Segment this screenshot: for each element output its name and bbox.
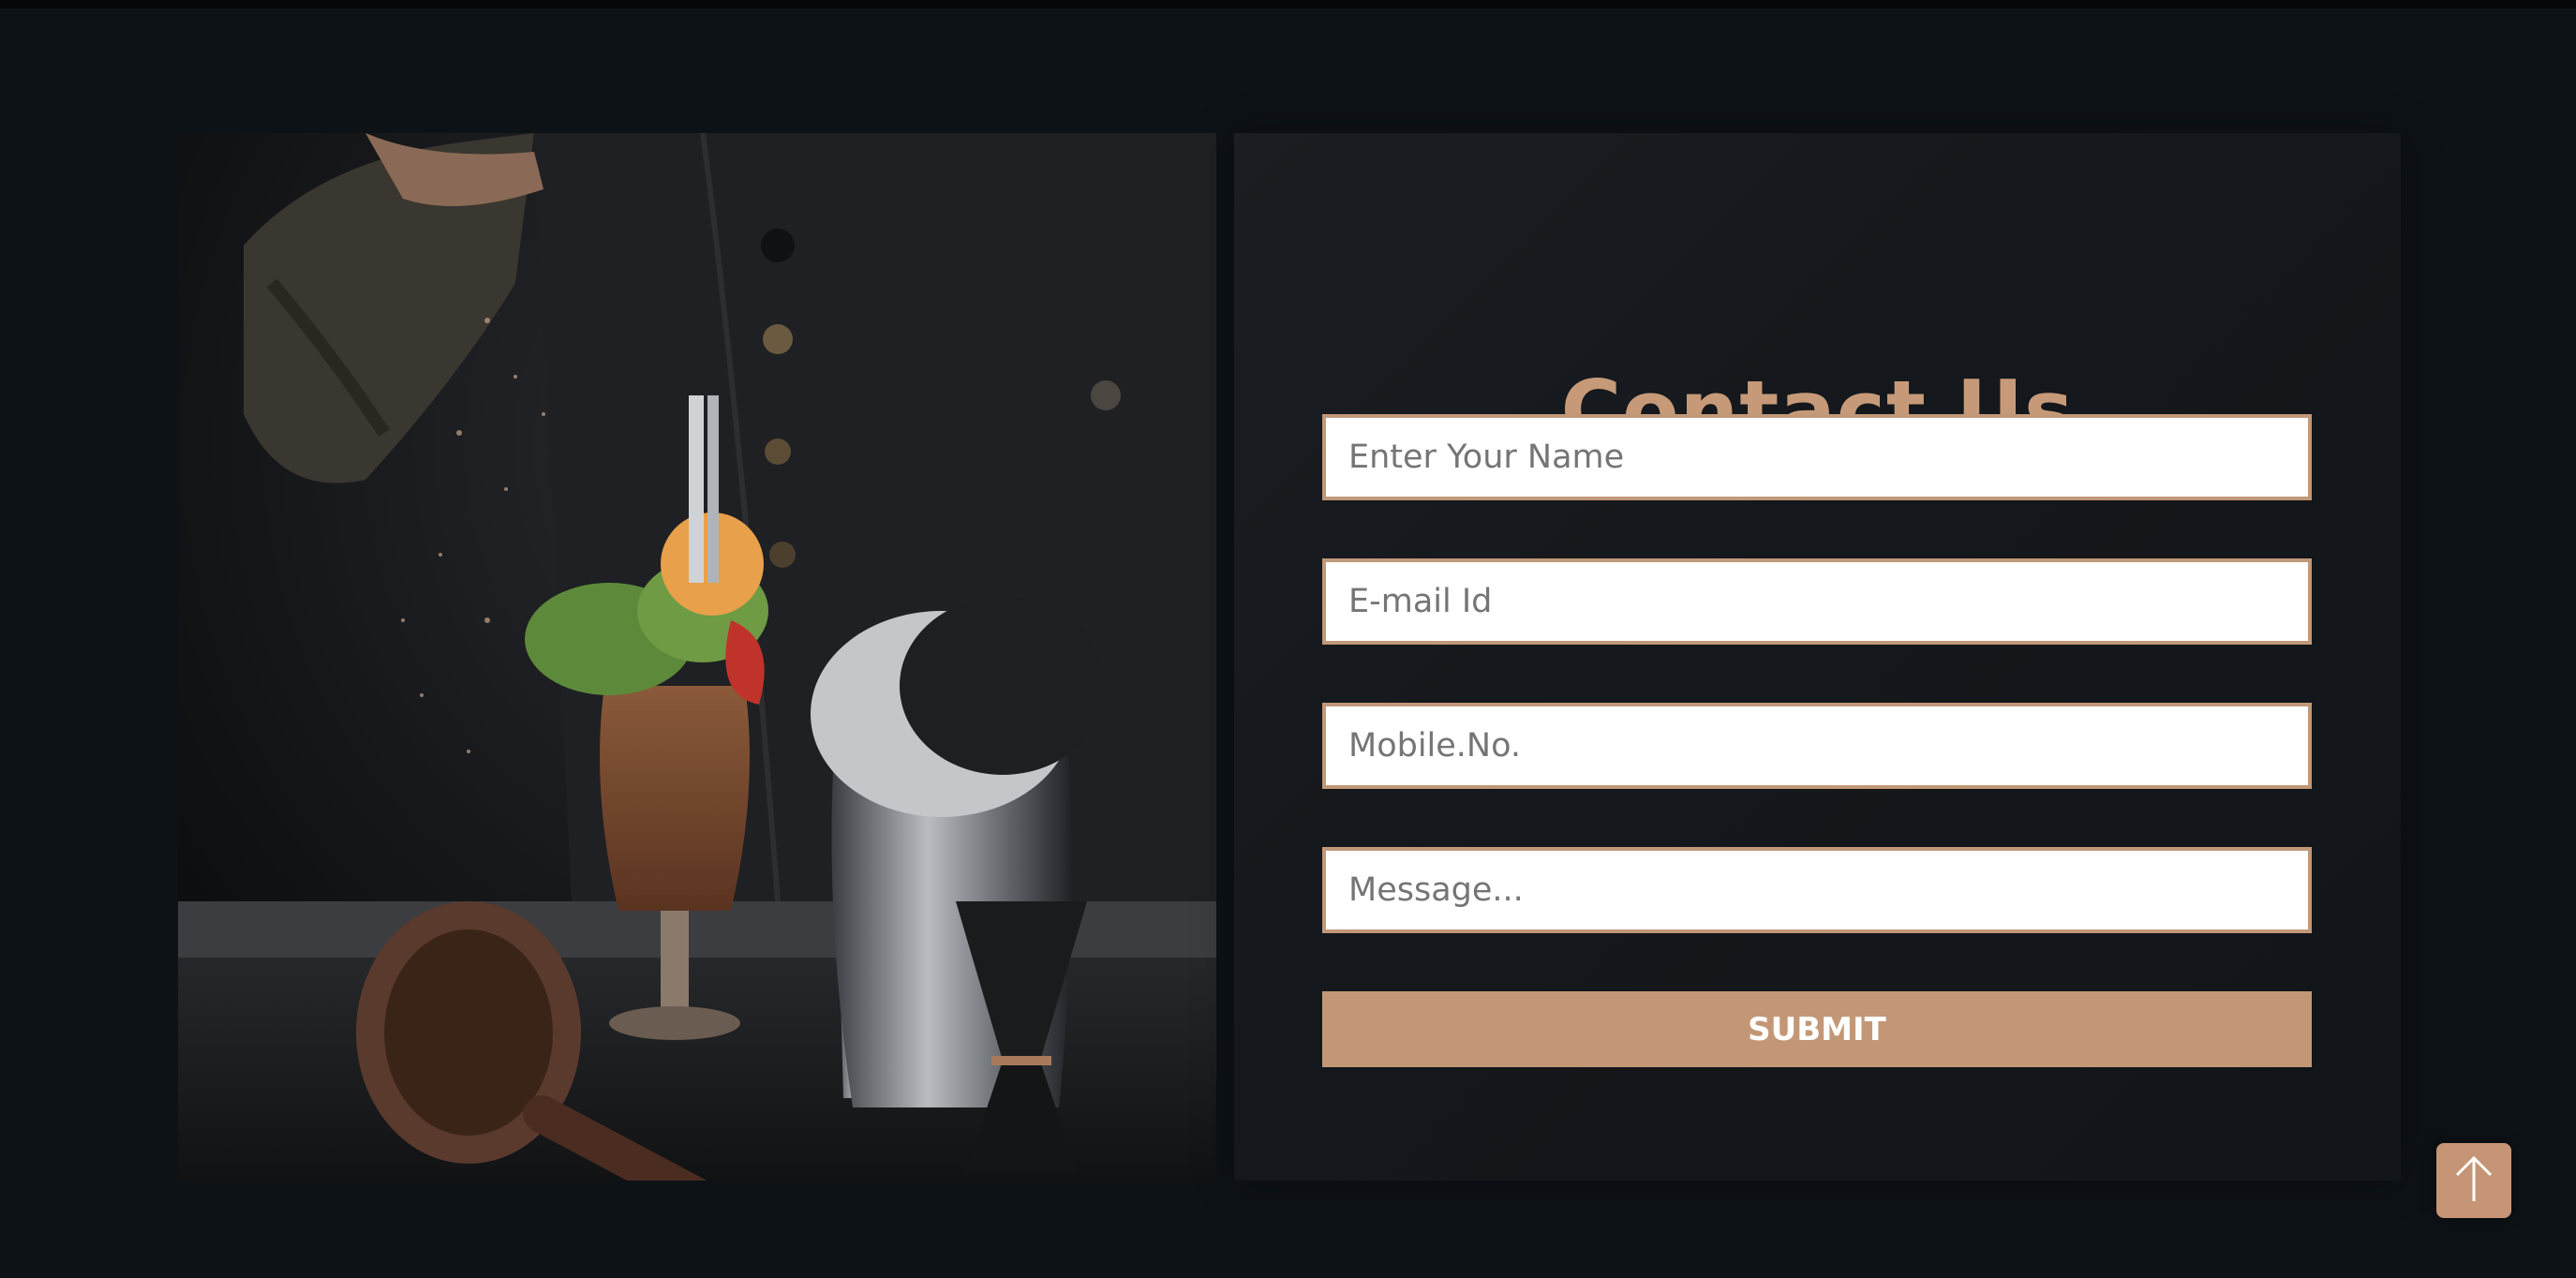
arrow-up-icon xyxy=(2451,1152,2496,1209)
email-input[interactable] xyxy=(1322,558,2312,645)
message-input[interactable] xyxy=(1322,847,2312,933)
contact-panel: Contact Us SUBMIT xyxy=(1234,133,2401,1181)
mobile-input[interactable] xyxy=(1322,703,2312,789)
name-input[interactable] xyxy=(1322,414,2312,500)
scroll-to-top-button[interactable] xyxy=(2436,1143,2511,1218)
top-bar xyxy=(0,0,2576,8)
submit-button[interactable]: SUBMIT xyxy=(1322,991,2312,1067)
bartender-cocktail-photo xyxy=(178,133,1216,1181)
